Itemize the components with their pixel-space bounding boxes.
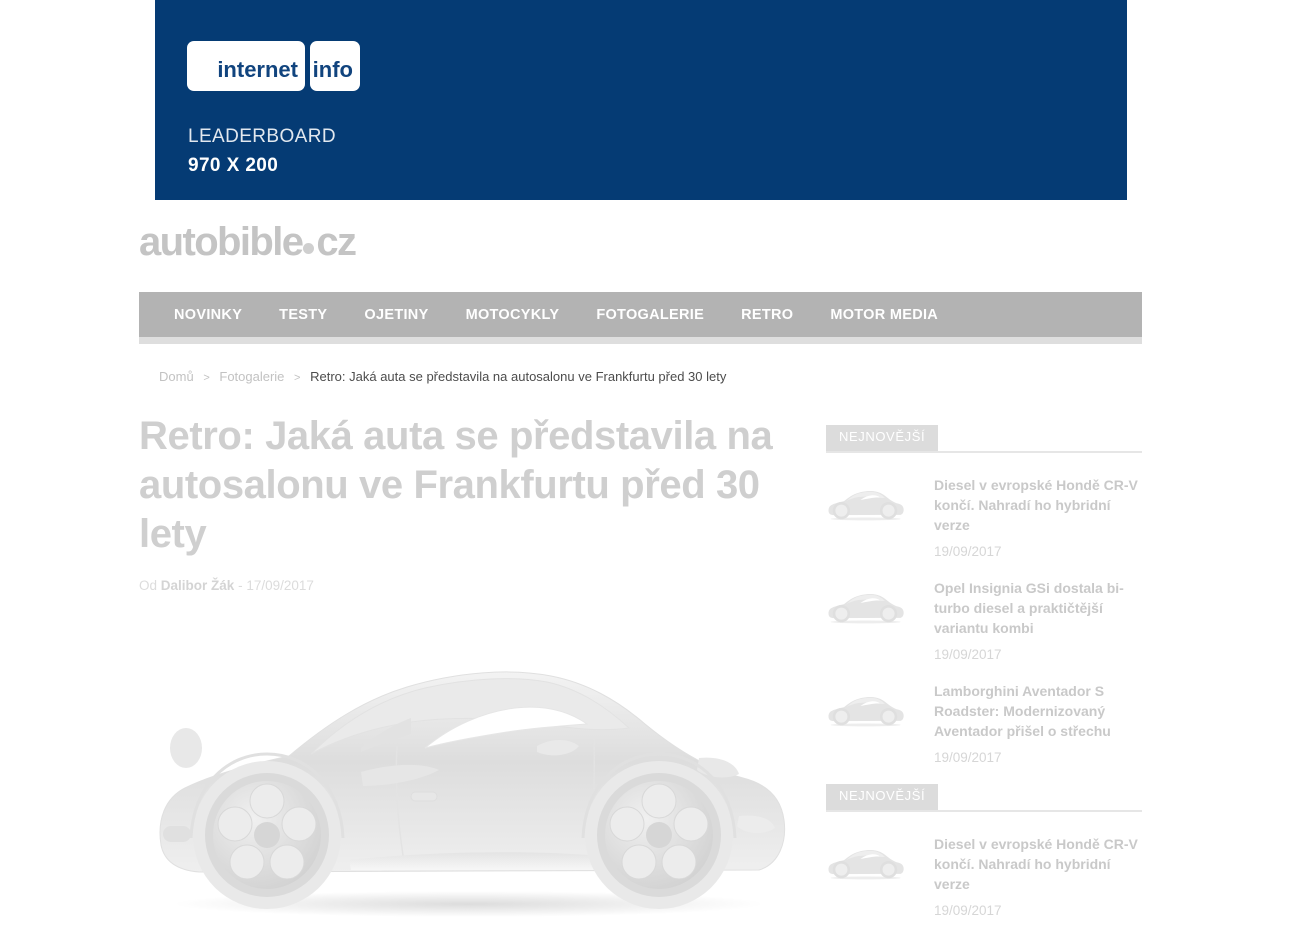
main-navigation: NOVINKY TESTY OJETINY MOTOCYKLY FOTOGALE… <box>139 292 1142 337</box>
list-item[interactable]: Diesel v evropské Hondě CR-V končí. Nahr… <box>826 475 1142 559</box>
nav-item-novinky[interactable]: NOVINKY <box>174 307 242 323</box>
post-date: 19/09/2017 <box>934 544 1002 559</box>
post-body: Lamborghini Aventador S Roadster: Modern… <box>934 681 1142 765</box>
leaderboard-ad-banner[interactable]: internet info LEADERBOARD 970 X 200 <box>155 0 1127 200</box>
article-hero-image <box>139 620 804 923</box>
post-body: Opel Insignia GSi dostala bi-turbo diese… <box>934 578 1142 662</box>
nav-item-retro[interactable]: RETRO <box>741 307 793 323</box>
post-thumbnail[interactable] <box>826 475 906 531</box>
breadcrumb-separator: > <box>203 372 210 384</box>
post-thumbnail[interactable] <box>826 578 906 634</box>
post-body: Diesel v evropské Hondě CR-V končí. Nahr… <box>934 834 1142 918</box>
post-date: 19/09/2017 <box>934 750 1002 765</box>
breadcrumb-current: Retro: Jaká auta se představila na autos… <box>310 369 727 384</box>
post-body: Diesel v evropské Hondě CR-V končí. Nahr… <box>934 475 1142 559</box>
nav-list: NOVINKY TESTY OJETINY MOTOCYKLY FOTOGALE… <box>139 292 1142 337</box>
article-byline: Od Dalibor Žák - 17/09/2017 <box>139 578 804 593</box>
sidebar: NEJNOVĚJŠÍ Diesel v evropské Hondě CR-V … <box>826 425 1142 937</box>
nav-bottom-strip <box>139 337 1142 344</box>
widget-nejnovejsi-1: NEJNOVĚJŠÍ Diesel v evropské Hondě CR-V … <box>826 425 1142 765</box>
nav-item-motor-media[interactable]: MOTOR MEDIA <box>830 307 938 323</box>
site-logo-tld: cz <box>316 220 357 264</box>
ad-slot-name: LEADERBOARD <box>188 126 336 147</box>
article-header: Retro: Jaká auta se představila na autos… <box>139 412 804 593</box>
nav-item-ojetiny[interactable]: OJETINY <box>364 307 428 323</box>
nav-item-motocykly[interactable]: MOTOCYKLY <box>466 307 560 323</box>
car-thumbnail-icon <box>826 690 906 728</box>
logo-box-internet: internet <box>187 41 305 91</box>
list-item[interactable]: Lamborghini Aventador S Roadster: Modern… <box>826 681 1142 765</box>
list-item[interactable]: Diesel v evropské Hondě CR-V končí. Nahr… <box>826 834 1142 918</box>
post-date: 19/09/2017 <box>934 903 1002 918</box>
post-title[interactable]: Lamborghini Aventador S Roadster: Modern… <box>934 681 1142 741</box>
post-title[interactable]: Diesel v evropské Hondě CR-V končí. Nahr… <box>934 475 1142 535</box>
nav-item-fotogalerie[interactable]: FOTOGALERIE <box>596 307 704 323</box>
car-photo-icon <box>139 620 804 923</box>
post-date: 19/09/2017 <box>934 647 1002 662</box>
post-title[interactable]: Diesel v evropské Hondě CR-V končí. Nahr… <box>934 834 1142 894</box>
article-author[interactable]: Dalibor Žák <box>161 578 235 593</box>
car-thumbnail-icon <box>826 484 906 522</box>
nav-item-testy[interactable]: TESTY <box>279 307 327 323</box>
car-thumbnail-icon <box>826 587 906 625</box>
widget-title: NEJNOVĚJŠÍ <box>826 784 939 810</box>
site-logo[interactable]: autobible cz <box>139 220 357 264</box>
breadcrumb-separator: > <box>294 372 301 384</box>
byline-separator: - <box>238 578 243 593</box>
breadcrumb-home[interactable]: Domů <box>159 369 194 384</box>
site-logo-main: autobible <box>139 220 304 264</box>
list-item[interactable]: Opel Insignia GSi dostala bi-turbo diese… <box>826 578 1142 662</box>
internet-info-logo: internet info <box>187 41 360 91</box>
page-title: Retro: Jaká auta se představila na autos… <box>139 414 773 556</box>
post-title[interactable]: Opel Insignia GSi dostala bi-turbo diese… <box>934 578 1142 638</box>
car-thumbnail-icon <box>826 843 906 881</box>
breadcrumb: Domů > Fotogalerie > Retro: Jaká auta se… <box>159 369 726 384</box>
logo-dot-icon <box>303 243 315 254</box>
article-date: 17/09/2017 <box>246 578 314 593</box>
breadcrumb-fotogalerie[interactable]: Fotogalerie <box>219 369 284 384</box>
byline-prefix: Od <box>139 578 158 593</box>
widget-title: NEJNOVĚJŠÍ <box>826 425 939 451</box>
post-thumbnail[interactable] <box>826 681 906 737</box>
widget-header: NEJNOVĚJŠÍ <box>826 425 1142 453</box>
ad-slot-size: 970 X 200 <box>188 155 279 176</box>
widget-nejnovejsi-2: NEJNOVĚJŠÍ Diesel v evropské Hondě CR-V … <box>826 784 1142 918</box>
post-thumbnail[interactable] <box>826 834 906 890</box>
logo-box-info: info <box>310 41 360 91</box>
widget-header: NEJNOVĚJŠÍ <box>826 784 1142 812</box>
